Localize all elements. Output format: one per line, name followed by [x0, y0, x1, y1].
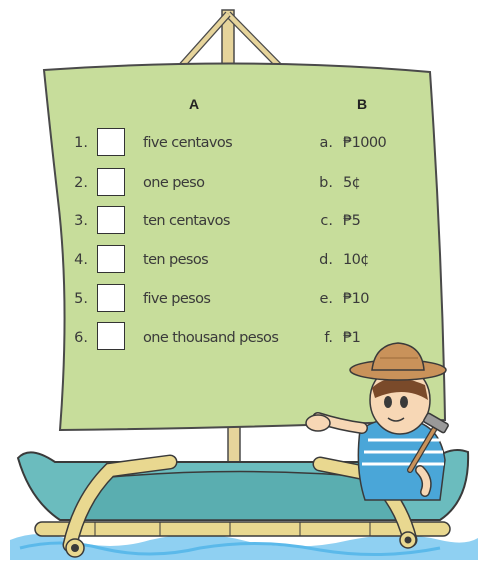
column-a-item: ten centavos	[143, 213, 230, 229]
column-a-item: ten pesos	[143, 252, 209, 268]
column-b-item: ₱1000	[343, 135, 387, 151]
choice-letter: f.	[324, 330, 333, 346]
column-b-item: ₱10	[343, 291, 369, 307]
column-a-header: A	[189, 96, 200, 112]
choice-letter: a.	[319, 135, 334, 151]
column-b-item: 5¢	[343, 175, 361, 191]
item-number: 1.	[74, 135, 88, 151]
choice-letter: c.	[320, 213, 333, 229]
item-number: 4.	[74, 252, 88, 268]
column-a-item: one peso	[143, 175, 205, 191]
column-b-item: ₱1	[343, 330, 361, 346]
choice-letter: d.	[319, 252, 333, 268]
answer-box-6[interactable]	[97, 322, 125, 350]
column-b-item: ₱5	[343, 213, 361, 229]
item-number: 5.	[74, 291, 88, 307]
answer-box-3[interactable]	[97, 206, 125, 234]
column-a-item: five pesos	[143, 291, 211, 307]
item-number: 6.	[74, 330, 88, 346]
item-number: 3.	[74, 213, 88, 229]
choice-letter: e.	[319, 291, 333, 307]
answer-box-1[interactable]	[97, 128, 125, 156]
column-b-header: B	[357, 96, 368, 112]
item-number: 2.	[74, 175, 88, 191]
answer-box-4[interactable]	[97, 245, 125, 273]
column-a-item: five centavos	[143, 135, 233, 151]
answer-box-2[interactable]	[97, 168, 125, 196]
column-b-item: 10¢	[343, 252, 369, 268]
column-a-item: one thousand pesos	[143, 330, 279, 346]
answer-box-5[interactable]	[97, 284, 125, 312]
choice-letter: b.	[319, 175, 333, 191]
